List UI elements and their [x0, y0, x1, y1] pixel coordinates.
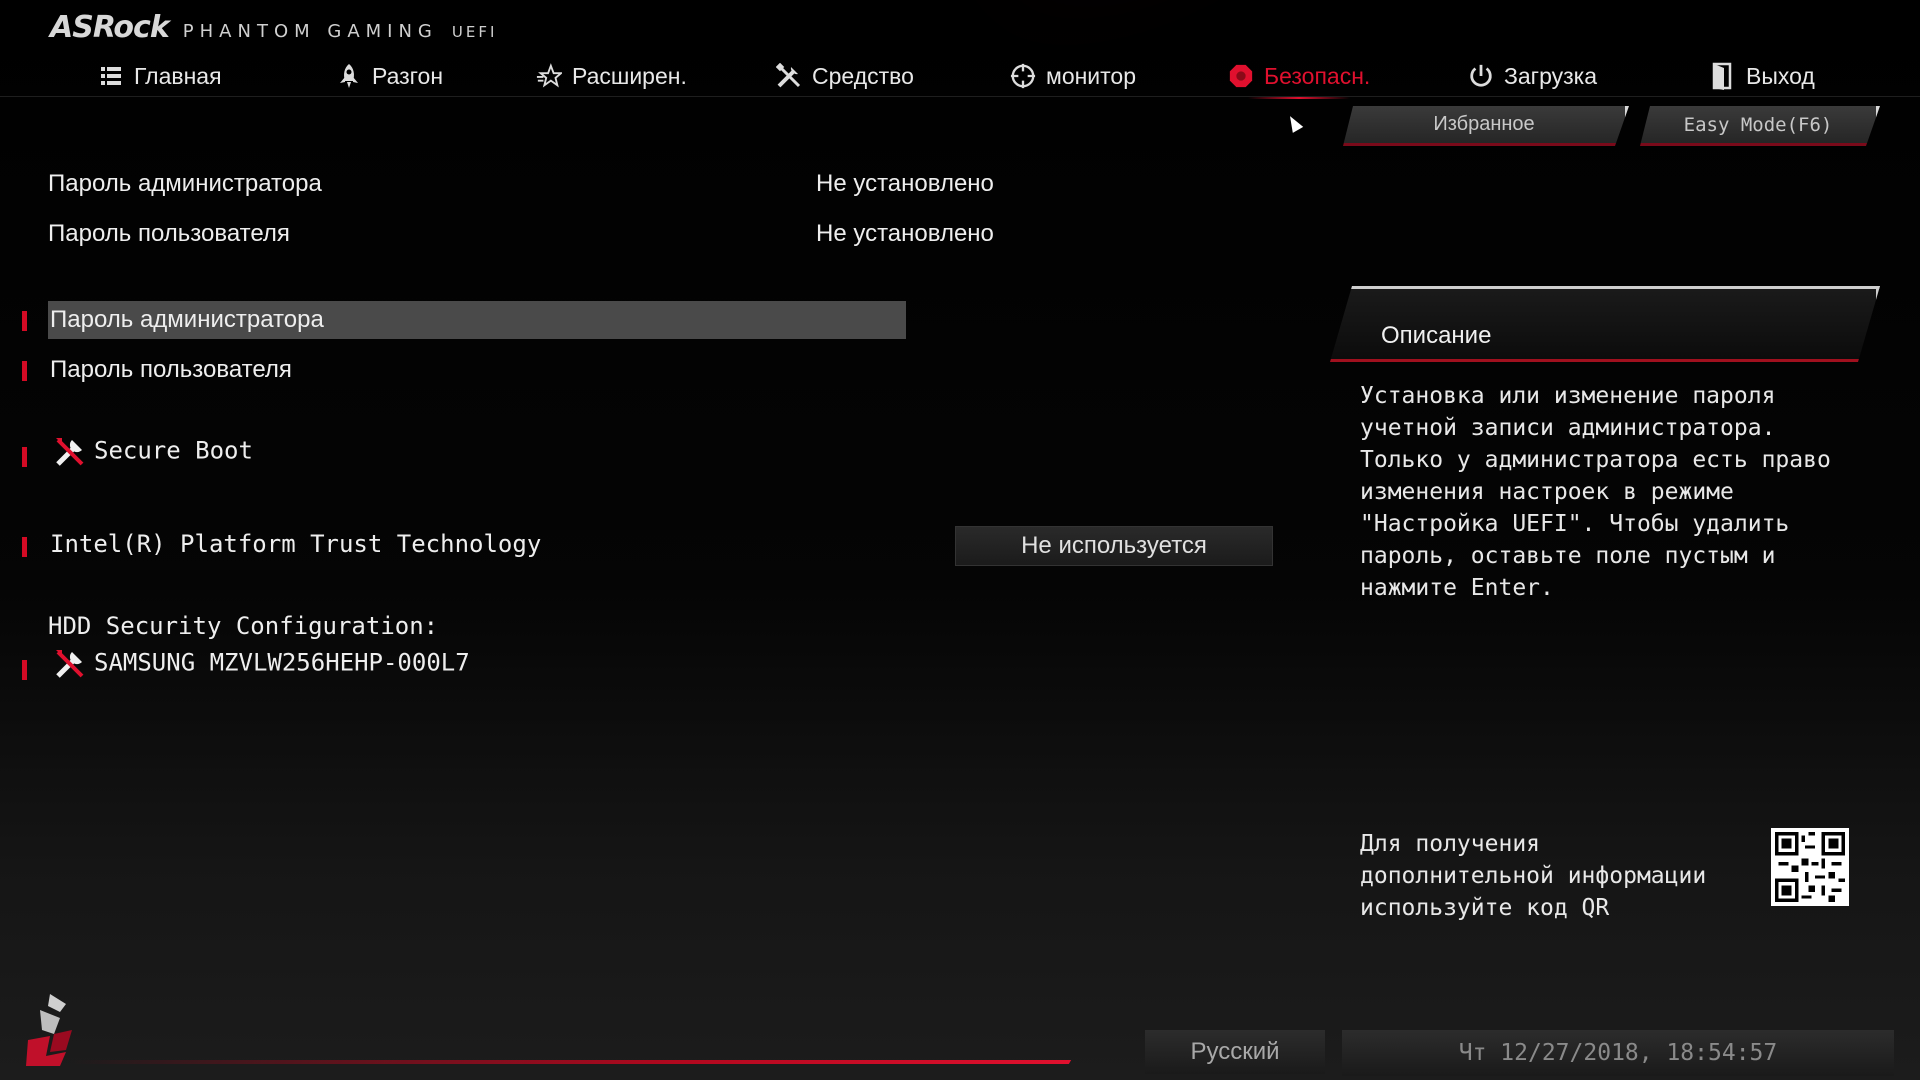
admin-password-item[interactable]: Пароль администратора	[50, 306, 324, 334]
list-icon	[98, 63, 124, 89]
item-marker	[22, 537, 27, 557]
description-title: Описание	[1381, 322, 1492, 349]
user-password-status-label: Пароль пользователя	[48, 220, 290, 247]
tab-advanced[interactable]: Расширен.	[536, 55, 687, 97]
asrock-logo: ASRock PHANTOM GAMING UEFI	[50, 10, 497, 45]
item-marker	[22, 660, 27, 680]
favorites-button[interactable]: Избранное	[1343, 106, 1629, 146]
item-marker	[22, 361, 27, 381]
item-marker	[22, 311, 27, 331]
description-text: Установка или изменение пароля учетной з…	[1360, 383, 1831, 601]
power-icon	[1468, 63, 1494, 89]
intel-ptt-select[interactable]: Не используется	[955, 526, 1273, 566]
tab-tools[interactable]: Средство	[776, 55, 914, 97]
tab-boot[interactable]: Загрузка	[1468, 55, 1597, 97]
datetime-display: Чт 12/27/2018, 18:54:57	[1342, 1030, 1894, 1076]
hdd-device-item[interactable]: SAMSUNG MZVLW256HEHP-000L7	[54, 648, 470, 680]
easy-mode-button[interactable]: Easy Mode(F6)	[1640, 106, 1880, 146]
tab-main[interactable]: Главная	[98, 55, 222, 97]
user-password-status-value: Не установлено	[816, 220, 994, 247]
qr-code-icon	[1771, 828, 1849, 906]
intel-ptt-item[interactable]: Intel(R) Platform Trust Technology	[50, 530, 541, 558]
footer-red-line	[68, 1060, 1072, 1064]
tab-label: Загрузка	[1504, 62, 1598, 89]
tab-label: Главная	[134, 62, 222, 89]
admin-password-status-value: Не установлено	[816, 170, 994, 197]
shield-icon	[1228, 63, 1254, 89]
tab-exit[interactable]: Выход	[1710, 55, 1815, 97]
tools-icon	[776, 63, 802, 89]
admin-password-status-label: Пароль администратора	[48, 170, 322, 197]
active-tab-underline	[1248, 97, 1351, 99]
tab-label: Выход	[1746, 62, 1815, 89]
rocket-icon	[336, 63, 362, 89]
star-icon	[536, 63, 562, 89]
tab-label: Средство	[812, 62, 914, 89]
secure-boot-item[interactable]: Secure Boot	[54, 436, 253, 468]
tools-icon	[54, 648, 86, 680]
tab-security[interactable]: Безопасн.	[1228, 55, 1371, 99]
user-password-item[interactable]: Пароль пользователя	[50, 356, 292, 384]
tab-label: Разгон	[372, 62, 444, 89]
phantom-gaming-logo-icon	[20, 990, 90, 1070]
tab-label: Безопасн.	[1264, 62, 1371, 89]
exit-door-icon	[1710, 62, 1736, 90]
logo-uefi: UEFI	[451, 23, 498, 41]
item-marker	[22, 447, 27, 467]
main-nav: Главная Разгон Расширен. Средство монито…	[0, 55, 1920, 99]
hdd-security-heading: HDD Security Configuration:	[48, 612, 439, 640]
tools-icon	[54, 436, 86, 468]
tab-hw-monitor[interactable]: монитор	[1010, 55, 1136, 97]
logo-product: PHANTOM GAMING	[182, 21, 438, 42]
hdd-device-label: SAMSUNG MZVLW256HEHP-000L7	[94, 648, 470, 677]
tab-label: Расширен.	[572, 62, 687, 89]
language-selector[interactable]: Русский	[1145, 1030, 1325, 1074]
crosshair-icon	[1010, 63, 1036, 89]
logo-brand: ASRock	[50, 10, 170, 45]
secure-boot-label: Secure Boot	[94, 436, 253, 465]
tab-oc-tweaker[interactable]: Разгон	[336, 55, 443, 97]
tab-label: монитор	[1046, 62, 1137, 89]
qr-info-text: Для получения дополнительной информации …	[1360, 831, 1707, 921]
